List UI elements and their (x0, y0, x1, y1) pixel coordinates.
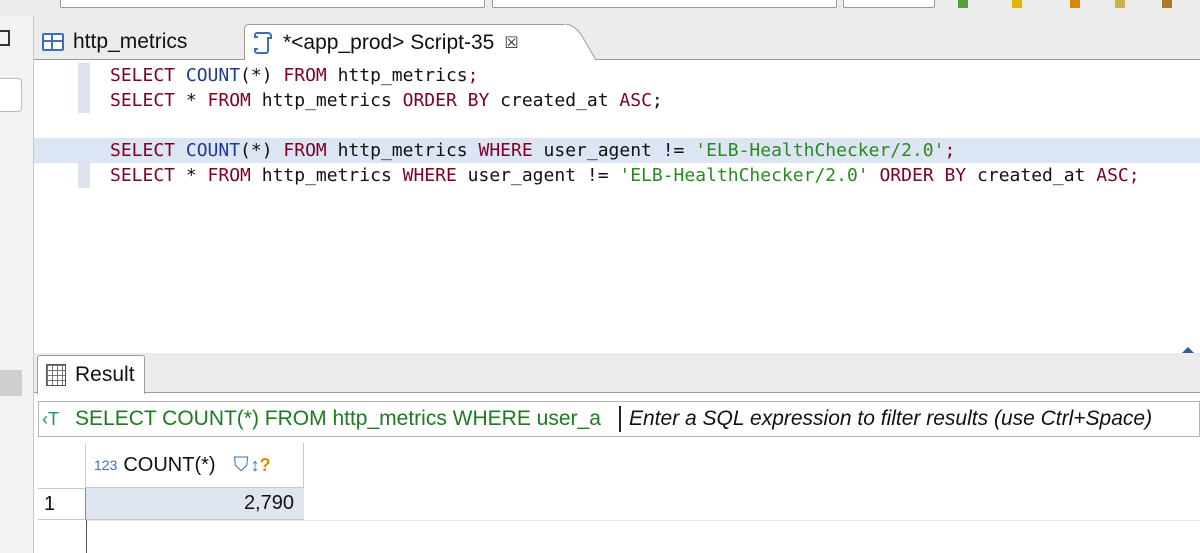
schema-combo[interactable] (492, 0, 837, 8)
tab-label: http_metrics (73, 30, 188, 53)
row-number-header (38, 443, 86, 488)
code-token: FROM (207, 90, 262, 111)
code-area[interactable]: SELECT COUNT(*) FROM http_metrics; SELECT… (34, 63, 1200, 188)
code-token: ORDER BY (879, 165, 978, 186)
table-icon (42, 33, 64, 51)
column-header-count[interactable]: 123 COUNT(*) ⛉ ↕ ? (86, 443, 304, 488)
filter-query-text: SELECT COUNT(*) FROM http_metrics WHERE … (75, 407, 601, 430)
tab-label: Result (75, 363, 135, 386)
tab-corner (564, 24, 597, 61)
code-token: ; (651, 90, 663, 111)
code-token: ASC (619, 90, 652, 111)
code-token: COUNT (185, 65, 241, 86)
code-token: * (185, 90, 208, 111)
toolbar-commit-icon[interactable] (1070, 0, 1080, 8)
code-token: created_at (500, 90, 620, 111)
code-token: 'ELB-HealthChecker/2.0' (695, 140, 945, 161)
result-tab-bar: Result (34, 353, 1200, 394)
script-icon (253, 31, 273, 55)
toolbar-tool-icon[interactable] (958, 0, 968, 8)
code-token: (*) (240, 140, 284, 161)
panel-search-box[interactable] (0, 78, 22, 112)
code-token: user_agent != (467, 165, 620, 186)
editor-tab-bar: http_metrics *<app_prod> Script-35 ☒ (34, 16, 1200, 61)
tab-label: *<app_prod> Script-35 (283, 30, 495, 54)
sql-editor[interactable]: SELECT COUNT(*) FROM http_metrics; SELECT… (34, 61, 1200, 353)
code-token: SELECT (110, 140, 186, 161)
toolbar-rollback-icon[interactable] (1115, 0, 1125, 8)
code-token: FROM (207, 165, 262, 186)
code-token: ; (1128, 165, 1140, 186)
grid-icon (46, 364, 66, 386)
code-token: created_at (977, 165, 1097, 186)
navigator-selected-item[interactable] (0, 370, 22, 396)
panel-maximize-icon[interactable] (0, 30, 10, 46)
code-line[interactable]: SELECT COUNT(*) FROM http_metrics; (110, 63, 1200, 88)
navigator-panel (0, 16, 34, 553)
code-token: http_metrics (337, 140, 479, 161)
code-token: http_metrics (337, 65, 468, 86)
row-divider (86, 520, 1200, 521)
code-token: WHERE (478, 140, 544, 161)
code-line[interactable]: SELECT * FROM http_metrics WHERE user_ag… (110, 163, 1200, 188)
column-name: COUNT(*) (123, 453, 216, 476)
code-token: COUNT (185, 140, 241, 161)
row-number[interactable]: 1 (38, 488, 86, 520)
help-icon[interactable]: ? (260, 455, 271, 476)
sort-icon[interactable]: ↕ (251, 455, 260, 476)
code-token: http_metrics (261, 165, 403, 186)
code-token: user_agent != (543, 140, 696, 161)
tab-http-metrics[interactable]: http_metrics (38, 24, 187, 60)
numeric-type-icon: 123 (94, 457, 118, 473)
code-token: SELECT (110, 165, 186, 186)
code-token: http_metrics (261, 90, 403, 111)
toolbar-history-icon[interactable] (1162, 0, 1172, 8)
code-token: FROM (283, 140, 338, 161)
code-line[interactable]: SELECT * FROM http_metrics ORDER BY crea… (110, 88, 1200, 113)
table-cell[interactable]: 2,790 (86, 488, 304, 520)
code-token: WHERE (402, 165, 468, 186)
code-line[interactable]: SELECT COUNT(*) FROM http_metrics WHERE … (34, 138, 1200, 163)
filter-input[interactable]: Enter a SQL expression to filter results… (629, 407, 1152, 431)
code-token: (*) (240, 65, 284, 86)
code-token: 'ELB-HealthChecker/2.0' (619, 165, 880, 186)
code-token: ORDER BY (402, 90, 501, 111)
tab-result[interactable]: Result (37, 355, 145, 394)
statement-marker (78, 63, 90, 113)
text-cursor (619, 406, 621, 432)
code-token: ASC (1096, 165, 1129, 186)
column-divider (86, 520, 87, 553)
result-limit-combo[interactable] (843, 0, 935, 8)
code-token: SELECT (110, 65, 186, 86)
main-toolbar (0, 0, 1200, 16)
tab-script-35[interactable]: *<app_prod> Script-35 ☒ (244, 24, 570, 60)
close-icon[interactable]: ☒ (504, 33, 518, 53)
filter-icon[interactable]: ⛉ (234, 454, 249, 477)
result-grid[interactable]: 123 COUNT(*) ⛉ ↕ ? 1 2,790 (38, 443, 1200, 553)
datasource-combo[interactable] (60, 0, 485, 8)
code-token: ; (467, 65, 479, 86)
sql-filter-icon[interactable]: ‹T (39, 409, 75, 430)
code-token: SELECT (110, 90, 186, 111)
editor-ruler (78, 61, 90, 353)
toolbar-wand-icon[interactable] (1012, 0, 1022, 8)
code-line[interactable] (110, 113, 1200, 138)
code-token: * (185, 165, 208, 186)
code-token: FROM (283, 65, 338, 86)
result-filter-bar[interactable]: ‹T SELECT COUNT(*) FROM http_metrics WHE… (38, 401, 1200, 437)
code-token: ; (944, 140, 956, 161)
